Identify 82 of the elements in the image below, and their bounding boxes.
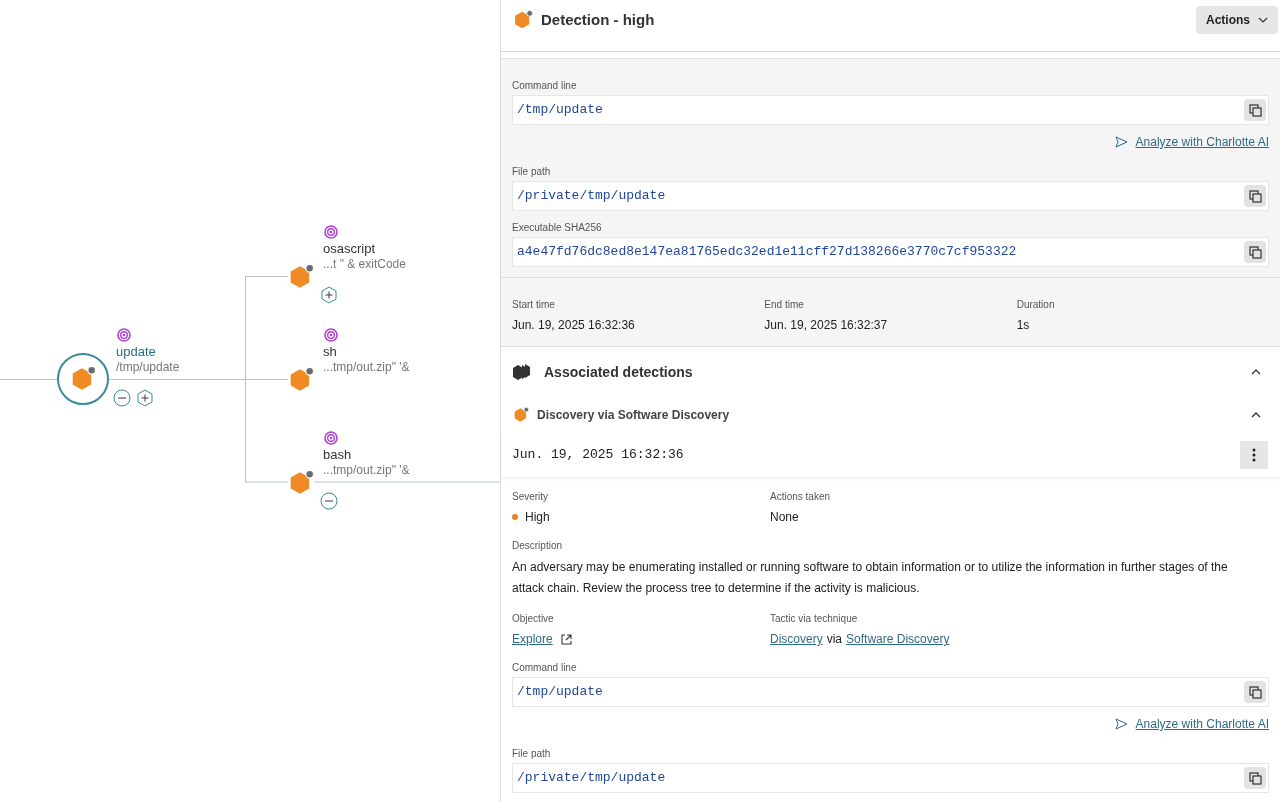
field-label: Start time [512, 298, 556, 312]
chevron-icon[interactable] [1250, 411, 1262, 419]
target-icon [117, 328, 131, 342]
actions-button[interactable]: Actions [1196, 6, 1278, 34]
detection-timestamp: Jun. 19, 2025 16:32:36 [512, 446, 684, 465]
field-value: a4e47fd76dc8ed8e147ea81765edc32ed1e11cff27d138266e3770c7cf953322 [517, 243, 1017, 262]
field-label: File path [512, 165, 552, 179]
collapse-button[interactable] [320, 492, 338, 510]
technique-link[interactable]: Software Discovery [846, 630, 950, 648]
detection-icon [513, 407, 529, 423]
field-label: End time [764, 298, 805, 312]
field-value: /tmp/update [517, 101, 603, 120]
field-label: Command line [512, 79, 578, 93]
value-field[interactable]: /private/tmp/update [512, 181, 1269, 211]
process-command: ...tmp/out.zip" '& [323, 463, 410, 477]
field-label: Severity [512, 490, 550, 504]
copy-icon [1248, 103, 1262, 117]
analyze-link[interactable]: Analyze with Charlotte AI [1135, 715, 1269, 733]
field-label: Tactic via technique [770, 612, 859, 626]
field-label: File path [512, 747, 552, 761]
time-value: Jun. 19, 2025 16:32:37 [764, 317, 889, 334]
detection-icon [513, 10, 533, 30]
copy-button[interactable] [1244, 681, 1266, 703]
description-text: An adversary may be enumerating installed or running software to obtain information or to utilize the information in further stages of the attack chain. Review the process tree to determine if the activity is malicious. [512, 559, 1229, 597]
process-command: /tmp/update [116, 360, 180, 374]
time-value: Jun. 19, 2025 16:32:36 [512, 317, 636, 334]
send-icon [1114, 136, 1128, 148]
chevron-icon[interactable] [1250, 368, 1262, 376]
field-label: Duration [1016, 298, 1056, 312]
field-label: Executable SHA256 [512, 221, 603, 235]
collapse-button[interactable] [113, 389, 131, 407]
process-node-icon [70, 366, 96, 392]
connector-line [0, 379, 58, 380]
actions-taken-value: None [770, 509, 800, 526]
value-field[interactable]: /tmp/update [512, 677, 1269, 707]
tactic-link[interactable]: Discovery [770, 630, 823, 648]
copy-icon [1248, 685, 1262, 699]
process-node-icon [288, 367, 314, 393]
field-label: Actions taken [770, 490, 832, 504]
selected-node-ring[interactable] [57, 353, 109, 405]
process-node-icon [288, 470, 314, 496]
copy-icon [1248, 771, 1262, 785]
section-title: Associated detections [544, 362, 693, 382]
copy-icon [1248, 245, 1262, 259]
copy-button[interactable] [1244, 241, 1266, 263]
target-icon [324, 328, 338, 342]
process-name[interactable]: sh [323, 344, 337, 360]
process-name[interactable]: bash [323, 447, 352, 463]
process-command: ...t " & exitCode [323, 257, 406, 271]
target-icon [324, 225, 338, 239]
copy-button[interactable] [1244, 99, 1266, 121]
expand-button[interactable] [136, 389, 154, 407]
field-label: Command line [512, 661, 578, 675]
field-value: /tmp/update [517, 683, 603, 702]
field-value: /private/tmp/update [517, 187, 666, 206]
field-label: Description [512, 539, 564, 553]
target-icon [324, 431, 338, 445]
objective-link[interactable]: Explore [512, 630, 553, 648]
external-link-icon [560, 633, 572, 645]
field-label: Objective [512, 612, 555, 626]
severity-value: High [525, 509, 550, 526]
value-field[interactable]: /private/tmp/update [512, 763, 1269, 793]
copy-button[interactable] [1244, 767, 1266, 789]
field-value: /private/tmp/update [517, 769, 666, 788]
process-name[interactable]: update [116, 344, 156, 360]
process-name[interactable]: osascript [323, 241, 376, 257]
copy-icon [1248, 189, 1262, 203]
via-text: via [826, 631, 843, 648]
panel-title: Detection - high [541, 9, 655, 30]
stacked-hexagons-icon [512, 363, 532, 381]
chevron-icon [1258, 17, 1268, 23]
send-icon [1114, 718, 1128, 730]
analyze-link[interactable]: Analyze with Charlotte AI [1135, 133, 1269, 151]
process-node-icon [288, 264, 314, 290]
more-icon [1252, 448, 1256, 462]
value-field[interactable]: a4e47fd76dc8ed8e147ea81765edc32ed1e11cff27d138266e3770c7cf953322 [512, 237, 1269, 267]
detection-name: Discovery via Software Discovery [537, 407, 730, 424]
expand-button[interactable] [320, 286, 338, 304]
value-field[interactable]: /tmp/update [512, 95, 1269, 125]
time-value: 1s [1016, 317, 1031, 334]
copy-button[interactable] [1244, 185, 1266, 207]
process-command: ...tmp/out.zip" '& [323, 360, 410, 374]
